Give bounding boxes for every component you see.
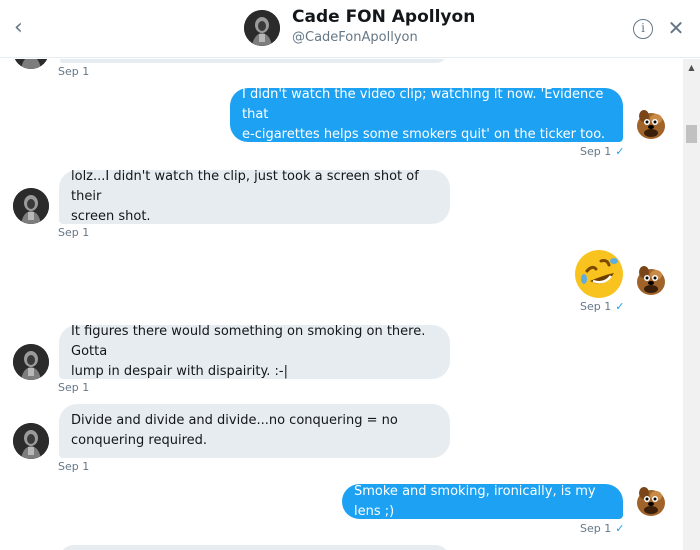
message-bubble-incoming[interactable] xyxy=(59,545,450,550)
message-timestamp: Sep 1 xyxy=(58,381,90,394)
message-text-line: lolz...I didn't watch the clip, just too… xyxy=(71,169,419,204)
sender-avatar[interactable] xyxy=(13,344,49,380)
header-handle: @CadeFonApollyon xyxy=(292,30,418,45)
message-text-line: conquering required. xyxy=(71,433,208,448)
message-text-line: screen shot. xyxy=(71,209,151,224)
read-check-icon: ✓ xyxy=(615,300,625,313)
hooded-figure-avatar-icon xyxy=(13,59,49,69)
message-timestamp: Sep 1 ✓ xyxy=(580,300,625,313)
conversation-header: ‹ Cade FON Apollyon @CadeFonApollyon i ✕ xyxy=(0,0,700,58)
message-text-line: Divide and divide and divide...no conque… xyxy=(71,413,398,428)
rolling-on-floor-laughing-emoji[interactable] xyxy=(574,249,624,299)
message-text-line: It figures there would something on smok… xyxy=(71,324,426,359)
message-text-line: Smoke and smoking, ironically, is my len… xyxy=(354,483,596,519)
message-text-line: lump in despair with dispairity. :-| xyxy=(71,364,289,379)
message-timestamp: Sep 1 xyxy=(58,65,90,78)
message-timestamp: Sep 1 xyxy=(58,460,90,473)
hooded-figure-avatar-icon xyxy=(13,344,49,380)
own-avatar[interactable] xyxy=(631,105,669,143)
sender-avatar[interactable] xyxy=(13,423,49,459)
scooby-doo-avatar-icon xyxy=(631,105,669,143)
message-bubble-incoming[interactable]: lolz...I didn't watch the clip, just too… xyxy=(59,169,450,224)
sender-avatar[interactable] xyxy=(13,188,49,224)
info-icon[interactable]: i xyxy=(633,19,653,39)
message-timestamp: Sep 1 ✓ xyxy=(580,522,625,535)
message-bubble-outgoing[interactable]: I didn't watch the video clip; watching … xyxy=(230,87,623,142)
own-avatar[interactable] xyxy=(631,482,669,520)
scrollbar-thumb[interactable] xyxy=(686,125,697,143)
scooby-doo-avatar-icon xyxy=(631,261,669,299)
own-avatar[interactable] xyxy=(631,261,669,299)
hooded-figure-avatar-icon xyxy=(13,423,49,459)
sender-avatar[interactable] xyxy=(13,59,49,69)
message-timestamp: Sep 1 ✓ xyxy=(580,145,625,158)
message-bubble-incoming[interactable]: Divide and divide and divide...no conque… xyxy=(59,404,450,458)
close-icon[interactable]: ✕ xyxy=(666,16,686,40)
hooded-figure-avatar-icon xyxy=(244,10,280,46)
read-check-icon: ✓ xyxy=(615,522,625,535)
message-text-line: e-cigarettes helps some smokers quit' on… xyxy=(242,127,606,142)
back-chevron-icon[interactable]: ‹ xyxy=(14,16,34,40)
message-bubble-incoming[interactable] xyxy=(60,59,448,63)
message-bubble-outgoing[interactable]: Smoke and smoking, ironically, is my len… xyxy=(342,484,623,519)
message-list: Sep 1 I didn't watch the video clip; wat… xyxy=(0,59,683,550)
message-bubble-incoming[interactable]: It figures there would something on smok… xyxy=(59,324,450,379)
scrollbar[interactable]: ▲ xyxy=(683,59,700,550)
hooded-figure-avatar-icon xyxy=(13,188,49,224)
avatar[interactable] xyxy=(244,10,280,46)
header-display-name[interactable]: Cade FON Apollyon xyxy=(292,7,475,27)
scroll-up-arrow-icon[interactable]: ▲ xyxy=(683,61,700,75)
message-text-line: I didn't watch the video clip; watching … xyxy=(242,87,604,122)
read-check-icon: ✓ xyxy=(615,145,625,158)
scooby-doo-avatar-icon xyxy=(631,482,669,520)
message-timestamp: Sep 1 xyxy=(58,226,90,239)
